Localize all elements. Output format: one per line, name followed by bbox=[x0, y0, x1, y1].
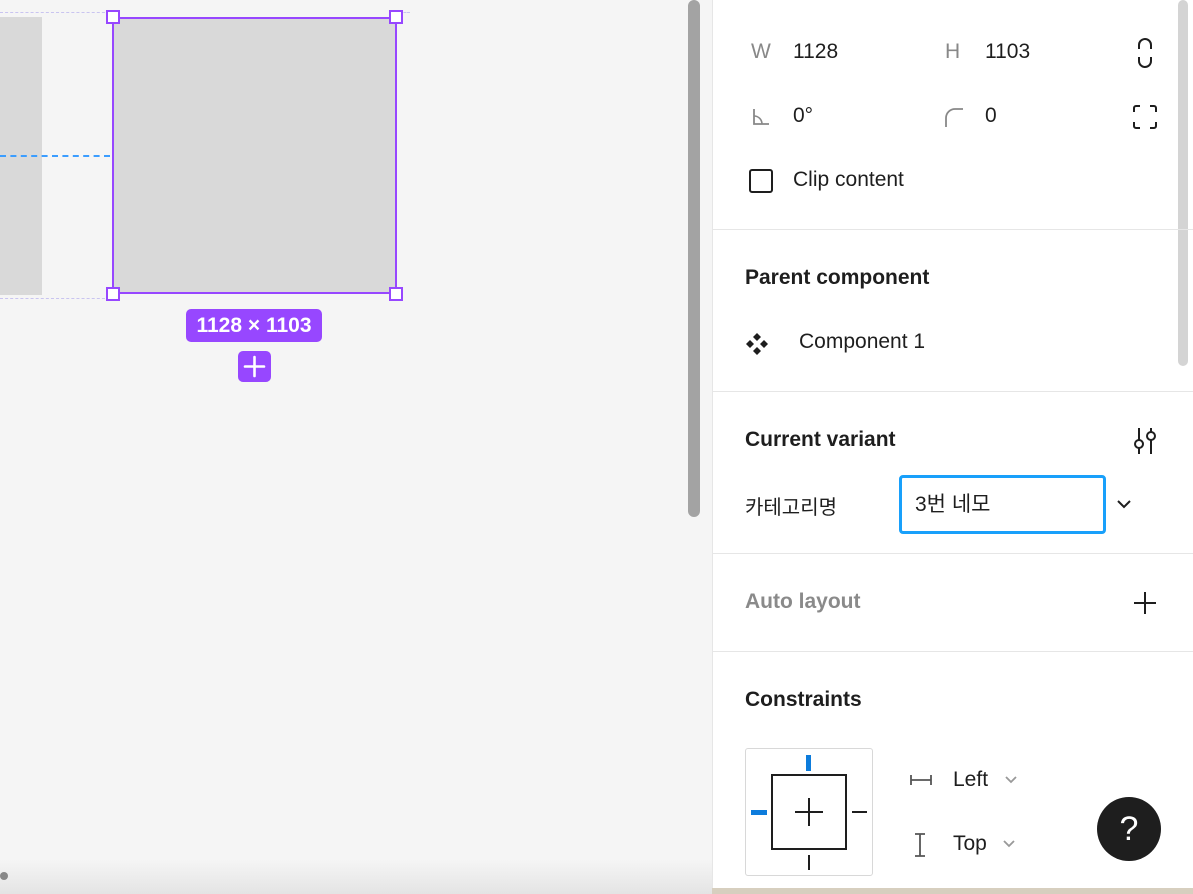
width-input[interactable]: 1128 bbox=[793, 40, 838, 64]
auto-layout-title: Auto layout bbox=[745, 590, 861, 613]
component-icon bbox=[746, 333, 768, 355]
clip-content-label: Clip content bbox=[793, 168, 904, 191]
chevron-down-icon[interactable] bbox=[1004, 774, 1018, 786]
vertical-constraint-select[interactable]: Top bbox=[953, 832, 987, 856]
section-divider bbox=[712, 651, 1193, 652]
independent-corners-icon[interactable] bbox=[1132, 104, 1158, 130]
resize-handle-top-right[interactable] bbox=[389, 10, 403, 24]
rotation-input[interactable]: 0° bbox=[793, 104, 813, 128]
height-input[interactable]: 1103 bbox=[985, 40, 1030, 64]
chevron-down-icon[interactable] bbox=[1115, 496, 1133, 512]
variant-settings-icon[interactable] bbox=[1131, 426, 1159, 456]
vertical-constraint-icon bbox=[915, 833, 925, 857]
panel-scrollbar[interactable] bbox=[1178, 0, 1188, 366]
corner-radius-icon bbox=[945, 108, 963, 127]
canvas-bottom-fade bbox=[0, 860, 712, 894]
constraints-title: Constraints bbox=[745, 688, 862, 711]
frame-guide-bottom bbox=[0, 298, 110, 299]
plus-icon bbox=[243, 355, 266, 378]
variant-property-select[interactable]: 3번 네모 bbox=[899, 475, 1106, 534]
help-button[interactable]: ? bbox=[1097, 797, 1161, 861]
constrain-proportions-icon[interactable] bbox=[1135, 37, 1155, 69]
horizontal-scrollbar[interactable] bbox=[0, 872, 8, 880]
spacing-guide-line bbox=[0, 155, 110, 157]
parent-component-title: Parent component bbox=[745, 266, 930, 289]
section-divider bbox=[712, 553, 1193, 554]
window-bottom-edge bbox=[712, 888, 1193, 894]
horizontal-constraint-select[interactable]: Left bbox=[953, 768, 988, 792]
add-variant-button[interactable] bbox=[238, 351, 271, 382]
chevron-down-icon[interactable] bbox=[1002, 838, 1016, 850]
current-variant-title: Current variant bbox=[745, 428, 896, 451]
selection-size-label: 1128 × 1103 bbox=[186, 309, 322, 342]
resize-handle-top-left[interactable] bbox=[106, 10, 120, 24]
horizontal-constraint-icon bbox=[910, 775, 932, 785]
canvas-vertical-scrollbar[interactable] bbox=[688, 0, 700, 517]
resize-handle-bottom-right[interactable] bbox=[389, 287, 403, 301]
resize-handle-bottom-left[interactable] bbox=[106, 287, 120, 301]
corner-radius-input[interactable]: 0 bbox=[985, 104, 997, 128]
constraint-bottom[interactable] bbox=[808, 855, 810, 870]
frame-guide-top bbox=[0, 12, 110, 13]
width-label: W bbox=[751, 40, 771, 63]
add-auto-layout-icon[interactable] bbox=[1132, 590, 1158, 616]
clip-content-checkbox[interactable] bbox=[749, 169, 773, 193]
height-label: H bbox=[945, 40, 961, 63]
parent-component-link[interactable]: Component 1 bbox=[799, 330, 925, 354]
constraint-top-active[interactable] bbox=[806, 755, 811, 771]
rotation-icon bbox=[753, 109, 769, 125]
center-crosshair-icon[interactable] bbox=[793, 796, 825, 828]
selected-instance[interactable] bbox=[112, 17, 397, 294]
section-divider bbox=[712, 391, 1193, 392]
constraint-right[interactable] bbox=[852, 811, 867, 813]
variant-property-label: 카테고리명 bbox=[745, 497, 837, 519]
design-canvas[interactable]: 1128 × 1103 bbox=[0, 0, 712, 894]
constraint-left-active[interactable] bbox=[751, 810, 767, 815]
section-divider bbox=[712, 229, 1193, 230]
